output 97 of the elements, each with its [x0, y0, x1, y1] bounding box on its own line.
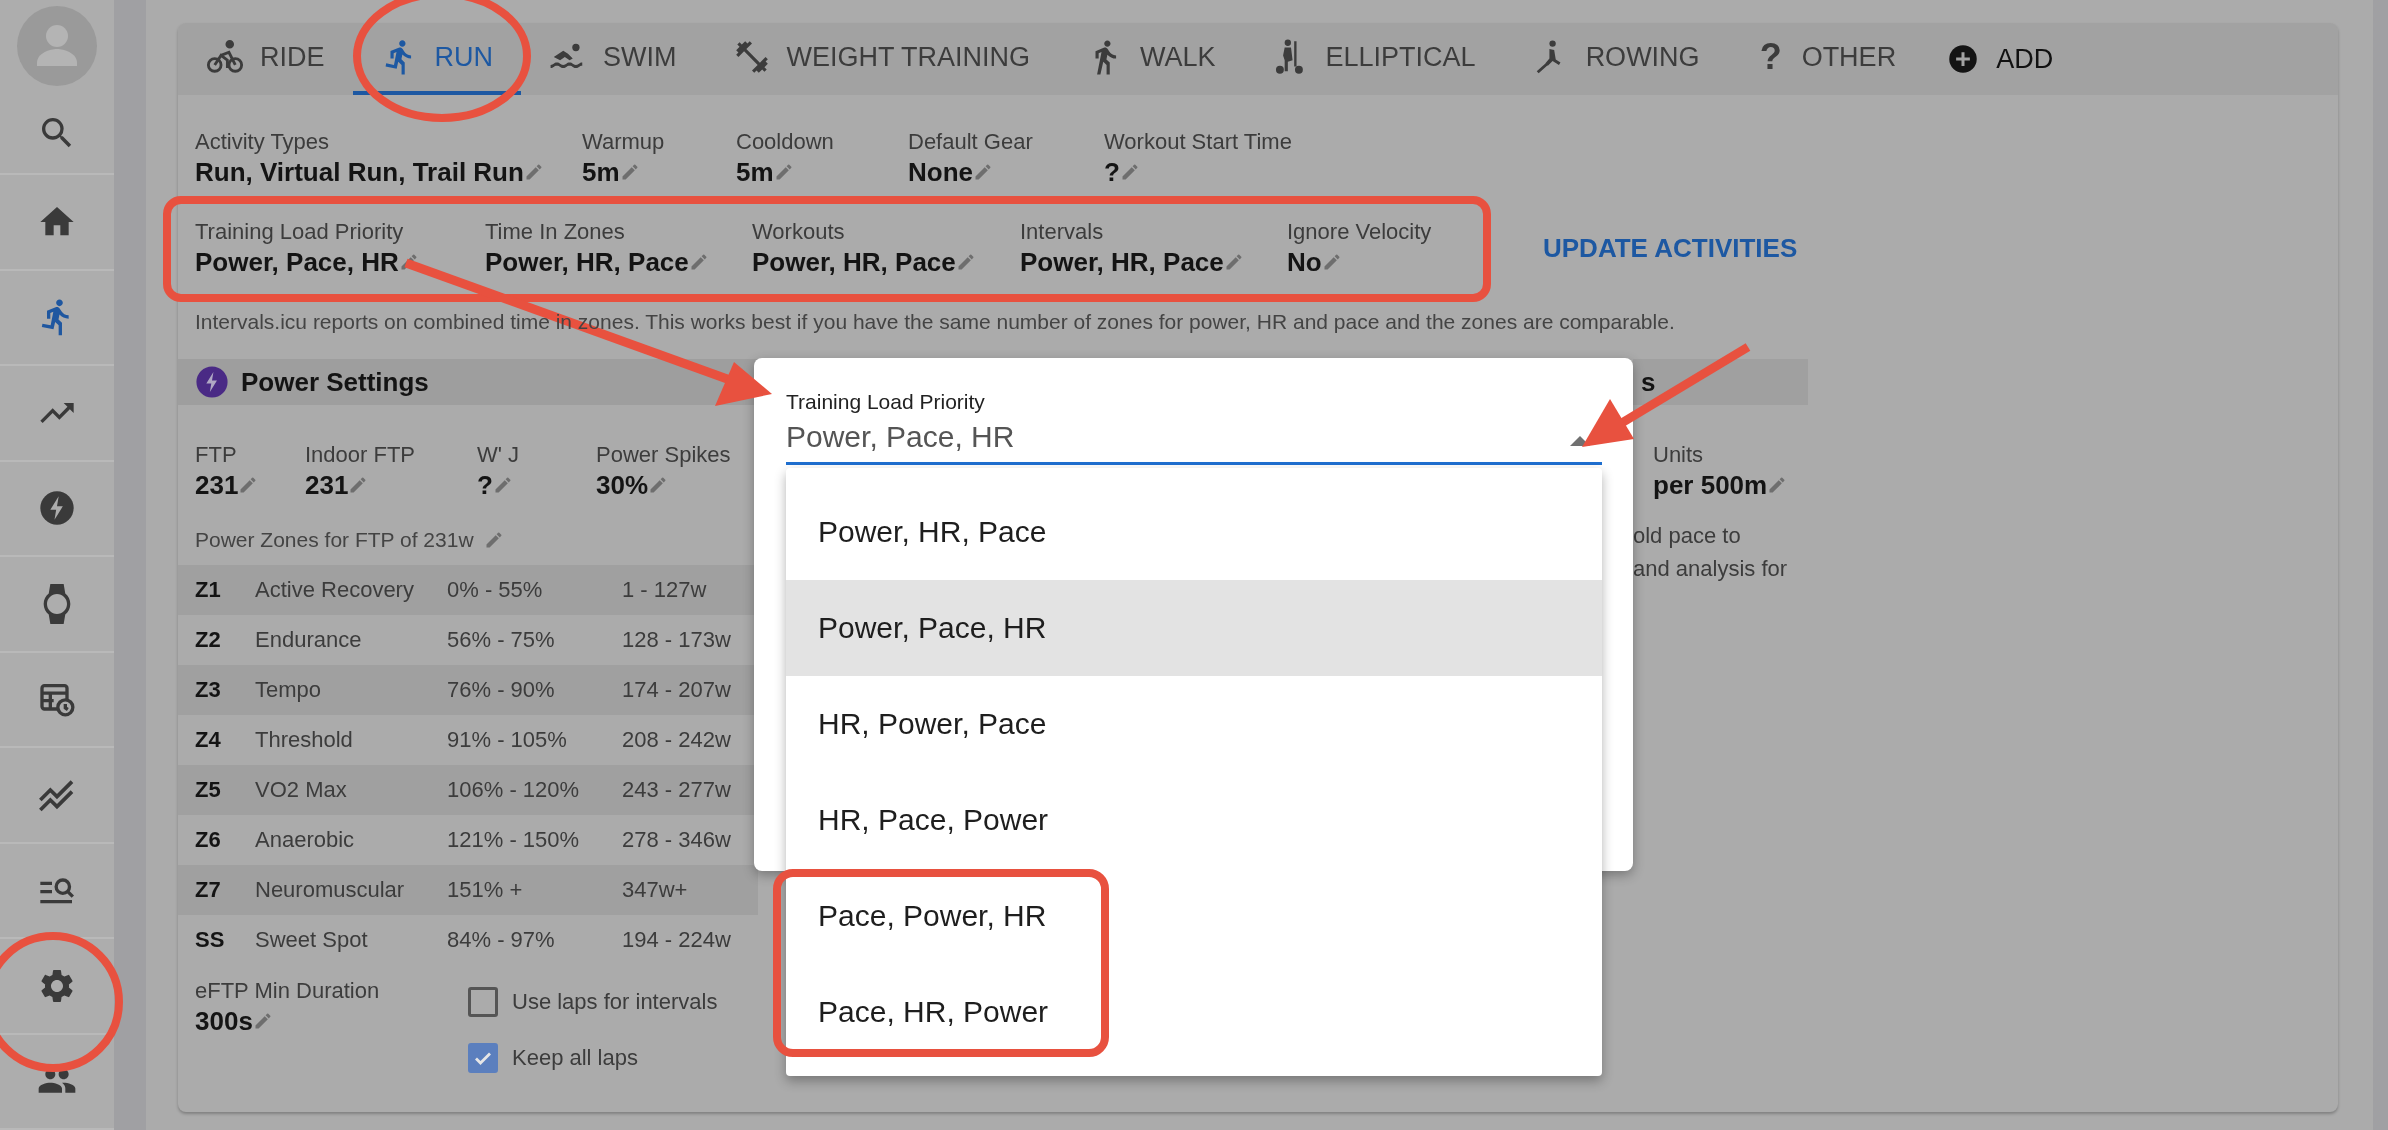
- menu-option[interactable]: Pace, Power, HR: [786, 868, 1602, 964]
- table-cell-text: Z4: [195, 727, 222, 753]
- field-label: Ignore Velocity: [1287, 218, 1433, 246]
- field-value: per 500m: [1653, 469, 1768, 501]
- menu-option[interactable]: HR, Pace, Power: [786, 772, 1602, 868]
- field-value: Power, HR, Pace: [752, 246, 956, 278]
- table-cell-text: Sweet Spot: [255, 927, 369, 953]
- table-cell-text: 56% - 75%: [447, 627, 556, 653]
- table-cell-text: 1 - 127w: [622, 577, 708, 603]
- info-text: old pace to: [1633, 522, 1742, 550]
- table-cell-text: 76% - 90%: [447, 677, 556, 703]
- bicycle-icon: [206, 38, 244, 76]
- field-value: None: [908, 156, 973, 188]
- avatar-icon[interactable]: [17, 6, 97, 87]
- field-label: Default Gear: [908, 128, 1034, 156]
- tab[interactable]: WEIGHT TRAINING: [704, 23, 1059, 95]
- field-label: Activity Types: [195, 128, 331, 156]
- zones-caption: Power Zones for FTP of 231w: [195, 528, 474, 552]
- select-value: Power, Pace, HR: [786, 420, 1015, 454]
- field-label: Units: [1653, 441, 1705, 469]
- field-label: Training Load Priority: [786, 390, 985, 414]
- field-label: Cooldown: [736, 128, 835, 156]
- pencil-icon[interactable]: [973, 162, 993, 182]
- field-value: 231: [195, 469, 239, 501]
- field-value: 30%: [596, 469, 649, 501]
- tab[interactable]: ROWING: [1503, 23, 1728, 95]
- checkbox-label: Use laps for intervals: [512, 989, 718, 1015]
- table-cell-text: 106% - 120%: [447, 777, 581, 803]
- field-label: W' J: [477, 441, 521, 469]
- table-cell-text: 128 - 173w: [622, 627, 732, 653]
- field-value: Power, HR, Pace: [1020, 246, 1224, 278]
- field-label: Workout Start Time: [1104, 128, 1293, 156]
- table-cell-text: Anaerobic: [255, 827, 356, 853]
- field-label: Intervals: [1020, 218, 1105, 246]
- field-value: Run, Virtual Run, Trail Run: [195, 156, 524, 188]
- table-cell-text: Z7: [195, 877, 222, 903]
- table-cell-text: 194 - 224w: [622, 927, 732, 953]
- table-cell-text: 243 - 277w: [622, 777, 732, 803]
- checkbox[interactable]: [468, 1043, 498, 1073]
- field-label: eFTP Min Duration: [195, 977, 381, 1005]
- table-cell-text: 91% - 105%: [447, 727, 568, 753]
- field-value: 5m: [736, 156, 774, 188]
- field-label: Warmup: [582, 128, 666, 156]
- table-cell-text: 208 - 242w: [622, 727, 732, 753]
- table-cell-text: Z6: [195, 827, 222, 853]
- table-cell-text: 0% - 55%: [447, 577, 544, 603]
- info-text: and analysis for: [1633, 555, 1789, 583]
- add-button[interactable]: ADD: [1924, 23, 2078, 95]
- update-activities-button[interactable]: UPDATE ACTIVITIES: [1543, 226, 1798, 270]
- field-value: 231: [305, 469, 349, 501]
- menu-option[interactable]: Power, Pace, HR: [786, 580, 1602, 676]
- table-cell-text: Neuromuscular: [255, 877, 406, 903]
- table-cell-text: Z3: [195, 677, 222, 703]
- table-cell-text: Tempo: [255, 677, 323, 703]
- field-value: ?: [1104, 156, 1120, 188]
- table-cell-text: 347w+: [622, 877, 689, 903]
- tab[interactable]: ELLIPTICAL: [1243, 23, 1504, 95]
- panel-title: Power Settings: [241, 366, 429, 398]
- tab[interactable]: RUN: [352, 23, 521, 95]
- field-value: 5m: [582, 156, 620, 188]
- field-value: Power, Pace, HR: [195, 246, 399, 278]
- table-cell-text: 278 - 346w: [622, 827, 732, 853]
- table-cell-text: Z1: [195, 577, 222, 603]
- menu-option[interactable]: Power, HR, Pace: [786, 484, 1602, 580]
- checkbox[interactable]: [468, 987, 498, 1017]
- field-label: Time In Zones: [485, 218, 626, 246]
- field-label: Workouts: [752, 218, 846, 246]
- add-icon: [1948, 44, 1979, 74]
- table-cell-text: Endurance: [255, 627, 363, 653]
- tab[interactable]: RIDE: [178, 23, 353, 95]
- field-label: Indoor FTP: [305, 441, 417, 469]
- field-label: FTP: [195, 441, 238, 469]
- tab[interactable]: ? OTHER: [1727, 23, 1925, 95]
- menu-option[interactable]: Pace, HR, Power: [786, 964, 1602, 1060]
- tab[interactable]: WALK: [1058, 23, 1244, 95]
- table-cell-text: SS: [195, 927, 226, 953]
- field-label: Power Spikes: [596, 441, 732, 469]
- table-cell-text: 174 - 207w: [622, 677, 732, 703]
- field-value: 300s: [195, 1005, 253, 1037]
- table-cell-text: 151% +: [447, 877, 524, 903]
- field-value: Power, HR, Pace: [485, 246, 689, 278]
- bolt-icon: [195, 365, 229, 399]
- table-cell-text: Threshold: [255, 727, 354, 753]
- table-cell-text: VO2 Max: [255, 777, 348, 803]
- table-cell-text: Z2: [195, 627, 222, 653]
- menu-option[interactable]: HR, Power, Pace: [786, 676, 1602, 772]
- table-cell-text: Z5: [195, 777, 222, 803]
- question-icon: ?: [1755, 36, 1786, 78]
- tab[interactable]: SWIM: [521, 23, 705, 95]
- field-label: Training Load Priority: [195, 218, 405, 246]
- field-value: ?: [477, 469, 493, 501]
- checkbox-label: Keep all laps: [512, 1045, 638, 1071]
- table-cell-text: 121% - 150%: [447, 827, 581, 853]
- table-cell-text: 84% - 97%: [447, 927, 556, 953]
- field-value: No: [1287, 246, 1322, 278]
- panel-title: s: [1641, 366, 1656, 398]
- table-cell-text: Active Recovery: [255, 577, 415, 603]
